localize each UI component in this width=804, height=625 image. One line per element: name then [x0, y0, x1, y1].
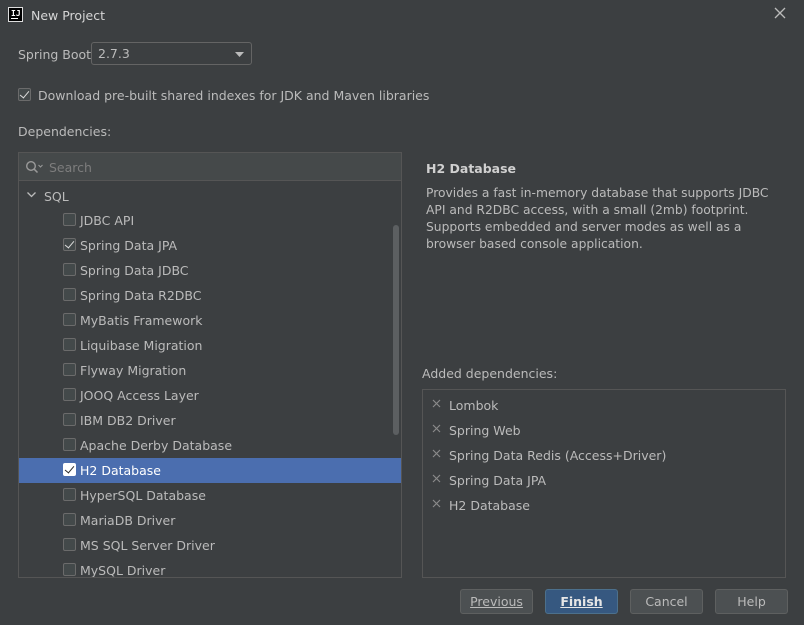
dependency-checkbox[interactable]: [63, 413, 76, 426]
dependency-checkbox[interactable]: [63, 488, 76, 501]
dependency-checkbox[interactable]: [63, 463, 76, 476]
dependency-row-jooq[interactable]: JOOQ Access Layer: [19, 383, 401, 408]
dependency-row-mysql[interactable]: MySQL Driver: [19, 558, 401, 578]
group-label: SQL: [44, 189, 69, 204]
dependency-label: Liquibase Migration: [80, 338, 203, 353]
cancel-button[interactable]: Cancel: [630, 589, 703, 614]
finish-button[interactable]: Finish: [545, 589, 618, 614]
added-dependency-label: Spring Web: [449, 423, 521, 438]
previous-button[interactable]: Previous: [460, 589, 533, 614]
added-dependency-item: Spring Web: [423, 418, 783, 443]
dependency-label: Spring Data JPA: [80, 238, 178, 253]
dependency-checkbox[interactable]: [63, 538, 76, 551]
search-input[interactable]: [49, 158, 389, 176]
dependency-label: IBM DB2 Driver: [80, 413, 176, 428]
dependency-row-apache-derby[interactable]: Apache Derby Database: [19, 433, 401, 458]
dependency-row-mssql[interactable]: MS SQL Server Driver: [19, 533, 401, 558]
dependency-detail-description: Provides a fast in-memory database that …: [426, 186, 769, 251]
dependency-checkbox[interactable]: [63, 338, 76, 351]
dependency-checkbox[interactable]: [63, 513, 76, 526]
help-button[interactable]: Help: [715, 589, 788, 614]
added-dependency-item: H2 Database: [423, 493, 783, 518]
dependency-checkbox[interactable]: [63, 563, 76, 576]
dependency-label: MariaDB Driver: [80, 513, 176, 528]
dependency-label: MyBatis Framework: [80, 313, 203, 328]
dependency-label: JOOQ Access Layer: [80, 388, 199, 403]
dependency-row-jdbc-api[interactable]: JDBC API: [19, 208, 401, 233]
intellij-app-icon: IJ: [8, 7, 23, 22]
added-dependency-label: Lombok: [449, 398, 499, 413]
dependency-row-mariadb[interactable]: MariaDB Driver: [19, 508, 401, 533]
dependency-label: Spring Data R2DBC: [80, 288, 202, 303]
dependencies-scrollbar[interactable]: [393, 225, 399, 435]
dependency-label: Spring Data JDBC: [80, 263, 189, 278]
chevron-down-icon[interactable]: [27, 192, 36, 198]
dependency-checkbox[interactable]: [63, 238, 76, 251]
dependency-row-mybatis[interactable]: MyBatis Framework: [19, 308, 401, 333]
dependency-row-spring-data-r2dbc[interactable]: Spring Data R2DBC: [19, 283, 401, 308]
remove-icon[interactable]: [432, 399, 441, 408]
dependency-row-flyway[interactable]: Flyway Migration: [19, 358, 401, 383]
shared-indexes-checkbox[interactable]: [18, 88, 31, 101]
dependency-row-spring-data-jdbc[interactable]: Spring Data JDBC: [19, 258, 401, 283]
dependencies-tree: SQL JDBC API Spring Data JPA Spring Data…: [18, 152, 402, 578]
spring-boot-label: Spring Boot:: [18, 47, 96, 62]
dependency-label: Flyway Migration: [80, 363, 187, 378]
shared-indexes-label: Download pre-built shared indexes for JD…: [38, 88, 430, 103]
dependency-label: H2 Database: [80, 463, 161, 478]
remove-icon[interactable]: [432, 499, 441, 508]
group-sql[interactable]: SQL: [19, 185, 389, 207]
dependency-label: HyperSQL Database: [80, 488, 206, 503]
dependency-checkbox[interactable]: [63, 388, 76, 401]
spring-boot-version-value: 2.7.3: [98, 46, 130, 61]
dependency-row-ibm-db2[interactable]: IBM DB2 Driver: [19, 408, 401, 433]
remove-icon[interactable]: [432, 449, 441, 458]
dependencies-label: Dependencies:: [18, 124, 112, 139]
close-icon[interactable]: [773, 6, 787, 20]
dependency-checkbox[interactable]: [63, 363, 76, 376]
added-dependencies-list: Lombok Spring Web Spring Data Redis (Acc…: [422, 389, 786, 578]
dependency-label: MySQL Driver: [80, 563, 166, 578]
added-dependencies-label: Added dependencies:: [422, 366, 558, 381]
search-icon: [25, 160, 43, 174]
dependency-checkbox[interactable]: [63, 263, 76, 276]
search-bar: [19, 153, 401, 181]
added-dependency-item: Spring Data Redis (Access+Driver): [423, 443, 783, 468]
remove-icon[interactable]: [432, 424, 441, 433]
dependency-row-hypersql[interactable]: HyperSQL Database: [19, 483, 401, 508]
added-dependency-label: Spring Data Redis (Access+Driver): [449, 448, 667, 463]
dependency-label: MS SQL Server Driver: [80, 538, 215, 553]
dependency-row-h2-database[interactable]: H2 Database: [19, 458, 401, 483]
dependency-checkbox[interactable]: [63, 438, 76, 451]
dependency-checkbox[interactable]: [63, 213, 76, 226]
dependency-row-spring-data-jpa[interactable]: Spring Data JPA: [19, 233, 401, 258]
dependency-row-liquibase[interactable]: Liquibase Migration: [19, 333, 401, 358]
added-dependency-item: Lombok: [423, 393, 783, 418]
chevron-down-icon: [235, 52, 244, 57]
window-title: New Project: [31, 8, 106, 23]
dependency-detail-title: H2 Database: [426, 161, 517, 176]
added-dependency-label: Spring Data JPA: [449, 473, 547, 488]
added-dependency-item: Spring Data JPA: [423, 468, 783, 493]
dependency-label: JDBC API: [80, 213, 135, 228]
dependency-checkbox[interactable]: [63, 313, 76, 326]
dependency-checkbox[interactable]: [63, 288, 76, 301]
title-bar: IJ New Project: [0, 0, 804, 30]
dependency-label: Apache Derby Database: [80, 438, 233, 453]
spring-boot-version-select[interactable]: 2.7.3: [91, 42, 252, 65]
added-dependency-label: H2 Database: [449, 498, 530, 513]
remove-icon[interactable]: [432, 474, 441, 483]
